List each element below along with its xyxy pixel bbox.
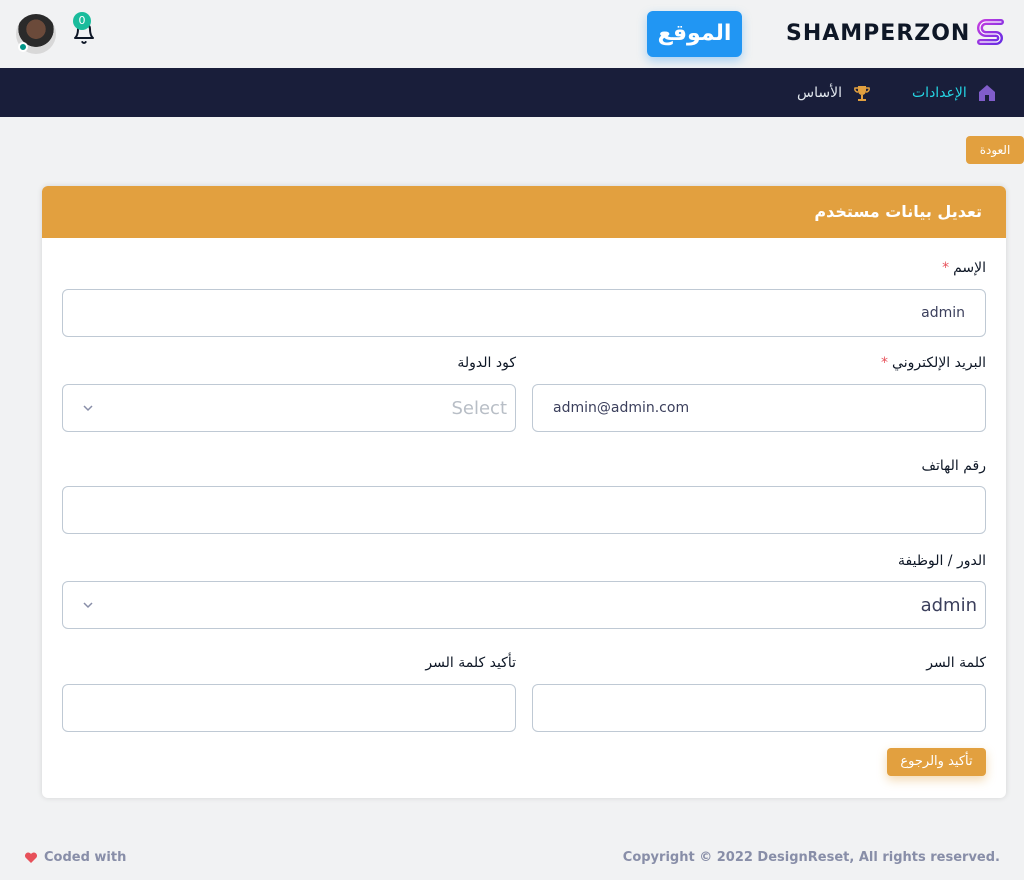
user-avatar[interactable] (16, 14, 56, 54)
edit-user-card: تعديل بيانات مستخدم الإسم* admin البريد … (42, 186, 1006, 798)
password-label: كلمة السر (926, 655, 986, 671)
password-confirm-input[interactable] (62, 684, 516, 732)
name-label: الإسم (953, 260, 986, 276)
footer-coded-with: Coded with (24, 850, 126, 865)
password-input[interactable] (532, 684, 986, 732)
country-code-select[interactable]: Select (62, 384, 516, 432)
name-label-row: الإسم* (942, 260, 986, 276)
name-input[interactable]: admin (62, 289, 986, 337)
email-input[interactable]: admin@admin.com (532, 384, 986, 432)
online-status-dot (18, 42, 28, 52)
card-title: تعديل بيانات مستخدم (814, 202, 982, 221)
country-code-value: Select (451, 397, 507, 419)
coded-with-text: Coded with (44, 850, 127, 865)
brand-logo-icon[interactable] (974, 16, 1008, 50)
nav-item-settings[interactable]: الإعدادات (912, 68, 997, 117)
notification-count-badge: 0 (73, 12, 91, 30)
role-label: الدور / الوظيفة (898, 553, 986, 569)
password-confirm-label: تأكيد كلمة السر (425, 655, 516, 671)
email-label-row: البريد الإلكتروني* (881, 355, 986, 371)
email-value: admin@admin.com (553, 400, 690, 416)
back-button[interactable]: العودة (966, 136, 1024, 164)
required-mark: * (881, 355, 889, 371)
name-value: admin (921, 305, 965, 321)
role-select[interactable]: admin (62, 581, 986, 629)
email-label: البريد الإلكتروني (892, 355, 986, 371)
nav-item-label: الإعدادات (912, 84, 967, 101)
trophy-icon (852, 83, 872, 103)
main-navbar: الأساس الإعدادات (0, 68, 1024, 117)
heart-icon (24, 851, 38, 863)
nav-item-basics[interactable]: الأساس (797, 68, 872, 117)
role-value: admin (920, 594, 977, 616)
submit-button[interactable]: تأكيد والرجوع (887, 748, 986, 776)
chevron-down-icon (83, 405, 93, 412)
phone-input[interactable] (62, 486, 986, 534)
home-icon (977, 83, 997, 103)
brand-name: SHAMPERZON (786, 21, 971, 46)
card-header: تعديل بيانات مستخدم (42, 186, 1006, 238)
footer-copyright: Copyright © 2022 DesignReset, All rights… (622, 850, 1000, 865)
nav-item-label: الأساس (797, 84, 842, 101)
site-button[interactable]: الموقع (647, 11, 742, 57)
country-code-label: كود الدولة (457, 355, 516, 371)
top-header: 0 الموقع SHAMPERZON (0, 0, 1024, 68)
required-mark: * (942, 260, 950, 276)
chevron-down-icon (83, 602, 93, 609)
phone-label: رقم الهاتف (921, 458, 986, 474)
